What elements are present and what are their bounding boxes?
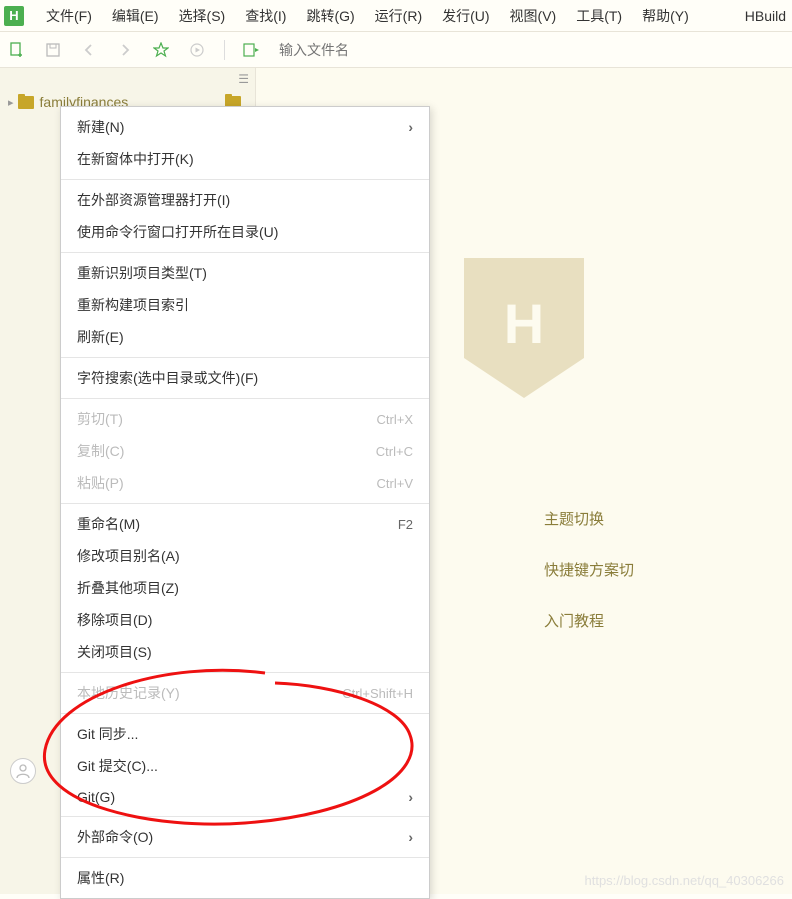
cm-close-project[interactable]: 关闭项目(S) bbox=[61, 636, 429, 668]
folder-icon bbox=[18, 96, 34, 109]
menu-file[interactable]: 文件(F) bbox=[36, 2, 102, 30]
menu-run[interactable]: 运行(R) bbox=[365, 2, 432, 30]
cm-open-external[interactable]: 在外部资源管理器打开(I) bbox=[61, 184, 429, 216]
cm-separator bbox=[61, 398, 429, 399]
menu-publish[interactable]: 发行(U) bbox=[432, 2, 499, 30]
cm-copy: 复制(C)Ctrl+C bbox=[61, 435, 429, 467]
cm-paste: 粘贴(P)Ctrl+V bbox=[61, 467, 429, 499]
cm-git[interactable]: Git(G)› bbox=[61, 782, 429, 812]
sidebar-menu-icon[interactable]: ☰ bbox=[238, 72, 249, 86]
link-tutorial[interactable]: 入门教程 bbox=[544, 610, 762, 631]
cm-cut: 剪切(T)Ctrl+X bbox=[61, 403, 429, 435]
cm-git-sync[interactable]: Git 同步... bbox=[61, 718, 429, 750]
cm-separator bbox=[61, 252, 429, 253]
chevron-right-icon: › bbox=[408, 789, 413, 805]
cm-rename[interactable]: 重命名(M)F2 bbox=[61, 508, 429, 540]
star-icon[interactable] bbox=[152, 41, 170, 59]
cm-remove-project[interactable]: 移除项目(D) bbox=[61, 604, 429, 636]
cm-git-commit[interactable]: Git 提交(C)... bbox=[61, 750, 429, 782]
user-avatar-icon[interactable] bbox=[10, 758, 36, 784]
toolbar-separator bbox=[224, 40, 225, 60]
app-icon: H bbox=[4, 6, 24, 26]
hbuilder-shield-icon: H bbox=[464, 258, 584, 398]
menu-goto[interactable]: 跳转(G) bbox=[296, 2, 364, 30]
cm-char-search[interactable]: 字符搜索(选中目录或文件)(F) bbox=[61, 362, 429, 394]
preview-icon[interactable] bbox=[243, 41, 261, 59]
product-name: HBuild bbox=[745, 8, 792, 24]
menu-select[interactable]: 选择(S) bbox=[169, 2, 236, 30]
context-menu: 新建(N)› 在新窗体中打开(K) 在外部资源管理器打开(I) 使用命令行窗口打… bbox=[60, 106, 430, 899]
cm-separator bbox=[61, 816, 429, 817]
menu-help[interactable]: 帮助(Y) bbox=[632, 2, 699, 30]
cm-open-new-window[interactable]: 在新窗体中打开(K) bbox=[61, 143, 429, 175]
menu-view[interactable]: 视图(V) bbox=[500, 2, 567, 30]
cm-alias[interactable]: 修改项目别名(A) bbox=[61, 540, 429, 572]
play-icon[interactable] bbox=[188, 41, 206, 59]
cm-separator bbox=[61, 503, 429, 504]
cm-separator bbox=[61, 857, 429, 858]
cm-local-history: 本地历史记录(Y)Ctrl+Shift+H bbox=[61, 677, 429, 709]
cm-open-terminal[interactable]: 使用命令行窗口打开所在目录(U) bbox=[61, 216, 429, 248]
back-icon[interactable] bbox=[80, 41, 98, 59]
forward-icon[interactable] bbox=[116, 41, 134, 59]
file-name-input[interactable] bbox=[279, 42, 479, 58]
cm-reidentify-type[interactable]: 重新识别项目类型(T) bbox=[61, 257, 429, 289]
watermark-text: https://blog.csdn.net/qq_40306266 bbox=[585, 873, 785, 888]
cm-rebuild-index[interactable]: 重新构建项目索引 bbox=[61, 289, 429, 321]
new-file-icon[interactable] bbox=[8, 41, 26, 59]
save-icon[interactable] bbox=[44, 41, 62, 59]
cm-separator bbox=[61, 357, 429, 358]
cm-properties[interactable]: 属性(R) bbox=[61, 862, 429, 894]
chevron-right-icon: ▸ bbox=[8, 96, 14, 109]
link-theme-switch[interactable]: 主题切换 bbox=[544, 508, 762, 529]
menu-tools[interactable]: 工具(T) bbox=[566, 2, 632, 30]
menu-find[interactable]: 查找(I) bbox=[235, 2, 296, 30]
cm-separator bbox=[61, 713, 429, 714]
menubar: H 文件(F) 编辑(E) 选择(S) 查找(I) 跳转(G) 运行(R) 发行… bbox=[0, 0, 792, 32]
menu-edit[interactable]: 编辑(E) bbox=[102, 2, 169, 30]
svg-text:H: H bbox=[504, 292, 544, 355]
cm-external-cmd[interactable]: 外部命令(O)› bbox=[61, 821, 429, 853]
cm-refresh[interactable]: 刷新(E) bbox=[61, 321, 429, 353]
cm-collapse-others[interactable]: 折叠其他项目(Z) bbox=[61, 572, 429, 604]
cm-new[interactable]: 新建(N)› bbox=[61, 111, 429, 143]
cm-separator bbox=[61, 672, 429, 673]
cm-separator bbox=[61, 179, 429, 180]
chevron-right-icon: › bbox=[408, 829, 413, 845]
chevron-right-icon: › bbox=[408, 119, 413, 135]
link-shortcut-scheme[interactable]: 快捷键方案切 bbox=[544, 559, 762, 580]
toolbar bbox=[0, 32, 792, 68]
